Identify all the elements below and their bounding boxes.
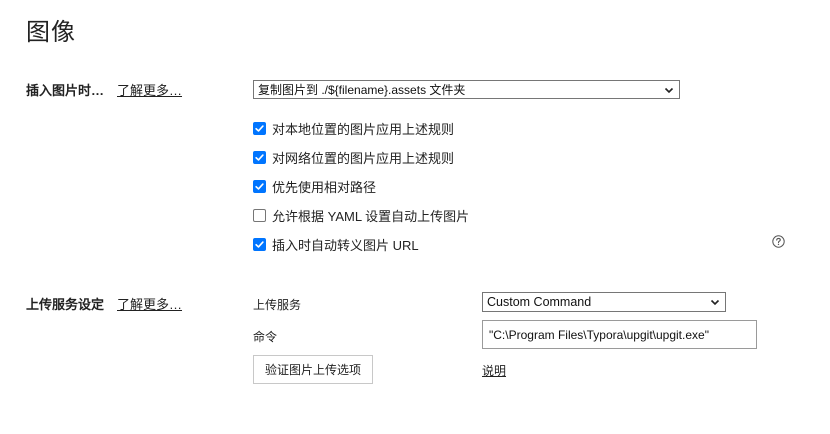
chevron-down-icon <box>710 299 720 306</box>
checkbox-row-yaml-auto-upload[interactable]: 允许根据 YAML 设置自动上传图片 <box>253 206 469 225</box>
insert-learn-more-link[interactable]: 了解更多… <box>117 80 182 99</box>
upload-service-section-label: 上传服务设定 <box>26 297 105 312</box>
checkmark-icon <box>255 154 264 161</box>
checkbox-relative-path[interactable] <box>253 180 266 193</box>
insert-image-action-value: 复制图片到 ./${filename}.assets 文件夹 <box>258 83 466 97</box>
insert-image-section-label: 插入图片时… <box>26 83 105 98</box>
checkbox-label-local-images: 对本地位置的图片应用上述规则 <box>272 122 455 137</box>
insert-image-action-select[interactable]: 复制图片到 ./${filename}.assets 文件夹 <box>253 80 680 99</box>
upload-service-select[interactable]: Custom Command <box>482 292 726 312</box>
checkbox-label-relative-path: 优先使用相对路径 <box>272 180 377 195</box>
checkbox-label-yaml-auto-upload: 允许根据 YAML 设置自动上传图片 <box>272 209 470 224</box>
chevron-down-icon <box>664 87 674 93</box>
checkbox-row-relative-path[interactable]: 优先使用相对路径 <box>253 177 376 196</box>
checkbox-yaml-auto-upload[interactable] <box>253 209 266 222</box>
question-circle-icon[interactable] <box>772 235 785 248</box>
checkbox-row-escape-url[interactable]: 插入时自动转义图片 URL <box>253 235 419 254</box>
checkmark-icon <box>255 241 264 248</box>
checkbox-local-images[interactable] <box>253 122 266 135</box>
command-label: 命令 <box>253 330 278 344</box>
checkbox-row-local-images[interactable]: 对本地位置的图片应用上述规则 <box>253 119 454 138</box>
upload-service-value: Custom Command <box>487 295 592 309</box>
checkbox-row-network-images[interactable]: 对网络位置的图片应用上述规则 <box>253 148 454 167</box>
upload-service-label: 上传服务 <box>253 298 302 312</box>
checkbox-escape-url[interactable] <box>253 238 266 251</box>
checkbox-network-images[interactable] <box>253 151 266 164</box>
verify-upload-button[interactable]: 验证图片上传选项 <box>253 355 373 384</box>
checkmark-icon <box>255 183 264 190</box>
explain-link[interactable]: 说明 <box>482 362 506 379</box>
upload-learn-more-link[interactable]: 了解更多… <box>117 294 182 313</box>
page-title: 图像 <box>26 19 76 46</box>
checkmark-icon <box>255 125 264 132</box>
command-input[interactable]: "C:\Program Files\Typora\upgit\upgit.exe… <box>482 320 757 349</box>
checkbox-label-network-images: 对网络位置的图片应用上述规则 <box>272 151 455 166</box>
checkbox-label-escape-url: 插入时自动转义图片 URL <box>272 238 419 253</box>
